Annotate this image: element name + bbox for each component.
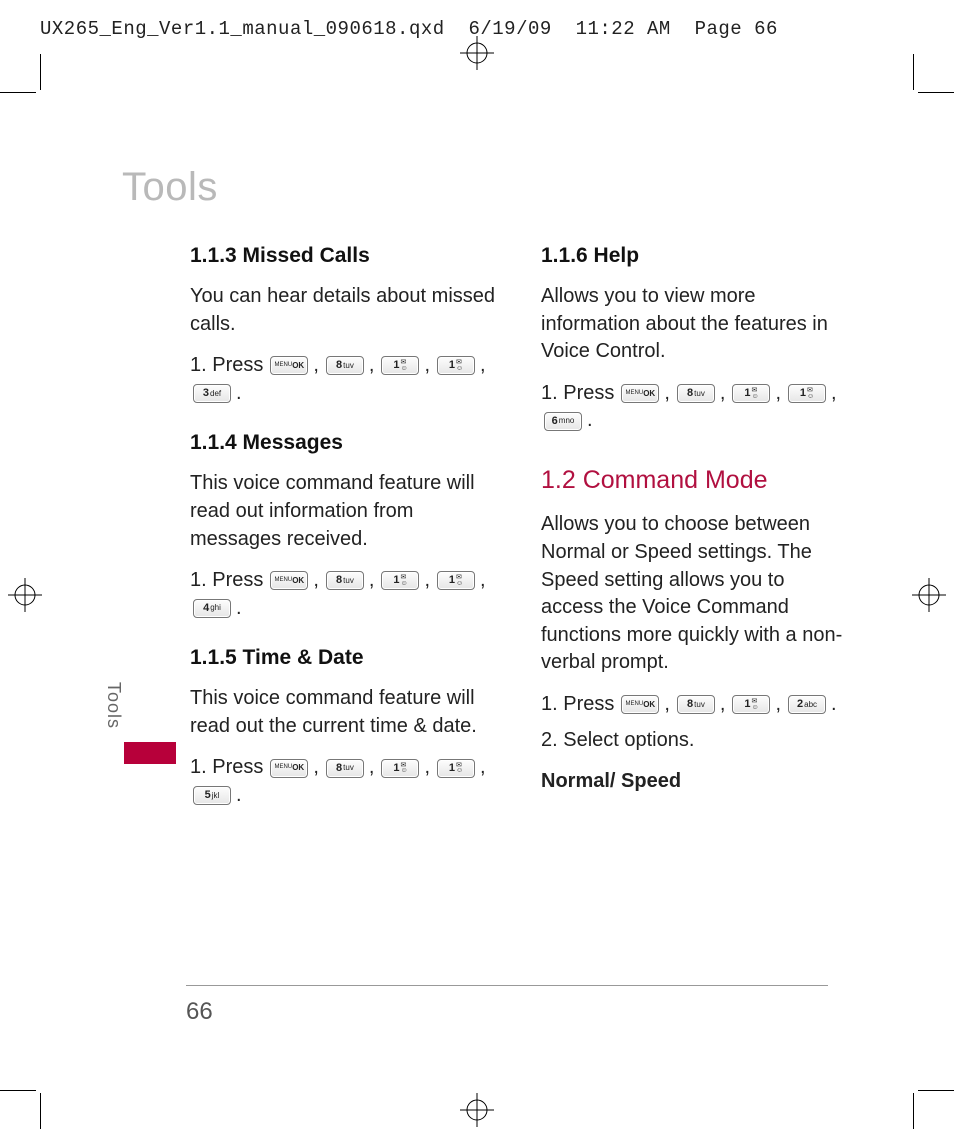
crop-mark [40, 1093, 41, 1129]
step-label: 1. Press [190, 567, 263, 595]
step-label: 2. Select options. [541, 727, 850, 755]
crop-mark [918, 1090, 954, 1091]
step: 1. Press MENUOK, 8tuv, 1✉☺, 1✉☺, 4ghi. [190, 567, 499, 622]
step: 1. Press MENUOK, 8tuv, 1✉☺, 2abc. [541, 691, 850, 719]
heading-missed-calls: 1.1.3 Missed Calls [190, 242, 499, 271]
crop-mark [913, 1093, 914, 1129]
key-6-icon: 6mno [544, 412, 582, 431]
key-8-icon: 8tuv [677, 695, 715, 714]
body-text: This voice command feature will read out… [190, 685, 499, 740]
key-1-icon: 1✉☺ [437, 571, 475, 590]
key-menu-ok-icon: MENUOK [270, 571, 308, 590]
key-menu-ok-icon: MENUOK [270, 356, 308, 375]
body-text: This voice command feature will read out… [190, 470, 499, 553]
key-4-icon: 4ghi [193, 599, 231, 618]
registration-mark-icon [460, 1093, 494, 1127]
key-8-icon: 8tuv [326, 759, 364, 778]
key-1-icon: 1✉☺ [437, 759, 475, 778]
right-column: 1.1.6 Help Allows you to view more infor… [541, 238, 850, 818]
key-1-icon: 1✉☺ [732, 384, 770, 403]
body-text: Allows you to choose between Normal or S… [541, 511, 850, 677]
key-1-icon: 1✉☺ [788, 384, 826, 403]
body-text: Allows you to view more information abou… [541, 283, 850, 366]
key-8-icon: 8tuv [677, 384, 715, 403]
key-menu-ok-icon: MENUOK [621, 695, 659, 714]
chapter-title: Tools [122, 165, 890, 210]
key-1-icon: 1✉☺ [732, 695, 770, 714]
key-8-icon: 8tuv [326, 356, 364, 375]
side-tab-label: Tools [103, 682, 124, 729]
crop-mark [918, 92, 954, 93]
step-label: 1. Press [190, 352, 263, 380]
key-1-icon: 1✉☺ [381, 356, 419, 375]
heading-command-mode: 1.2 Command Mode [541, 463, 850, 498]
crop-mark [913, 54, 914, 90]
step: 1. Press MENUOK, 8tuv, 1✉☺, 1✉☺, 6mno. [541, 380, 850, 435]
key-8-icon: 8tuv [326, 571, 364, 590]
crop-mark [0, 1090, 36, 1091]
registration-mark-icon [460, 36, 494, 70]
registration-mark-icon [8, 578, 42, 612]
step-label: 1. Press [541, 380, 614, 408]
option-list: Normal/ Speed [541, 768, 850, 796]
side-tab-bar [124, 742, 176, 764]
page-body: Tools Tools 1.1.3 Missed Calls You can h… [64, 70, 890, 1090]
step-label: 1. Press [541, 691, 614, 719]
body-text: You can hear details about missed calls. [190, 283, 499, 338]
left-column: 1.1.3 Missed Calls You can hear details … [190, 238, 499, 818]
step-label: 1. Press [190, 754, 263, 782]
footer-rule [186, 985, 828, 986]
heading-time-date: 1.1.5 Time & Date [190, 644, 499, 673]
heading-messages: 1.1.4 Messages [190, 429, 499, 458]
key-2-icon: 2abc [788, 695, 826, 714]
key-3-icon: 3def [193, 384, 231, 403]
step: 1. Press MENUOK, 8tuv, 1✉☺, 1✉☺, 3def. [190, 352, 499, 407]
key-1-icon: 1✉☺ [381, 571, 419, 590]
key-menu-ok-icon: MENUOK [621, 384, 659, 403]
key-menu-ok-icon: MENUOK [270, 759, 308, 778]
page-number: 66 [186, 998, 213, 1026]
crop-mark [0, 92, 36, 93]
key-1-icon: 1✉☺ [437, 356, 475, 375]
step: 1. Press MENUOK, 8tuv, 1✉☺, 1✉☺, 5jkl. [190, 754, 499, 809]
heading-help: 1.1.6 Help [541, 242, 850, 271]
key-5-icon: 5jkl [193, 786, 231, 805]
registration-mark-icon [912, 578, 946, 612]
key-1-icon: 1✉☺ [381, 759, 419, 778]
crop-mark [40, 54, 41, 90]
